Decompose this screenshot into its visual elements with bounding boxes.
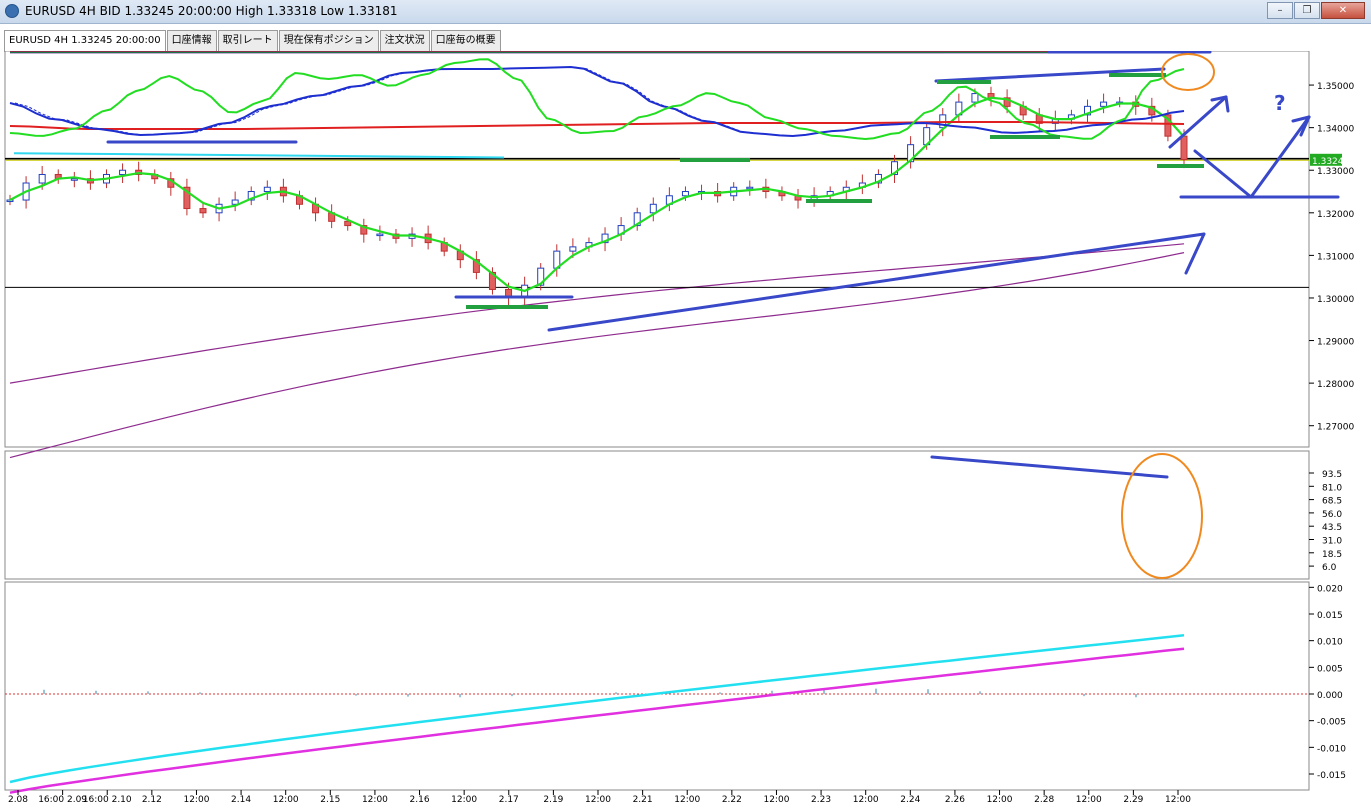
candle-body [746, 186, 754, 190]
candle-body [569, 246, 577, 252]
stochastic-panel[interactable] [4, 450, 1310, 580]
price-tick-label: 1.32000 [1317, 210, 1354, 220]
stochastic-tick-label: 18.5 [1322, 550, 1342, 560]
time-tick-label: 2.29 [1123, 795, 1143, 805]
candle-body [681, 191, 689, 197]
time-tick-label: 12:00 [987, 795, 1013, 805]
candle-body [263, 186, 271, 193]
time-tick-label: 16:00 2.09 [38, 795, 87, 805]
candle-body [38, 173, 46, 184]
time-tick-label: 2.21 [633, 795, 653, 805]
time-tick-label: 2.12 [142, 795, 162, 805]
time-tick-label: 12:00 [451, 795, 477, 805]
candle-body [6, 199, 14, 203]
tab-account-info[interactable]: 口座情報 [166, 30, 217, 51]
tab-rates[interactable]: 取引レート [217, 30, 278, 51]
annotation-up-arrow-2-head-2 [1224, 95, 1230, 113]
app-icon [5, 4, 19, 18]
stochastic-tick-label: 31.0 [1322, 537, 1342, 547]
candle-body [119, 169, 127, 175]
candle-body [376, 233, 384, 237]
time-tick-label: 12:00 [853, 795, 879, 805]
time-tick-label: 2.28 [1034, 795, 1054, 805]
window-controls: – ❐ ✕ [1266, 2, 1365, 20]
current-price-tag-label: 1.33245 [1312, 157, 1349, 167]
time-tick-label: 12:00 [183, 795, 209, 805]
window-title: EURUSD 4H BID 1.33245 20:00:00 High 1.33… [25, 4, 398, 18]
price-tick-label: 1.33000 [1317, 167, 1354, 177]
time-tick-label: 12:00 [585, 795, 611, 805]
candle-body [1180, 135, 1188, 161]
candle-body [1100, 101, 1108, 107]
candle-body [649, 203, 657, 214]
title-bar: EURUSD 4H BID 1.33245 20:00:00 High 1.33… [0, 0, 1371, 24]
candle-body [971, 93, 979, 103]
time-tick-label: 12:00 [1076, 795, 1102, 805]
macd-tick-label: 0.015 [1317, 611, 1343, 621]
time-tick-label: 2.08 [8, 795, 28, 805]
tab-positions[interactable]: 現在保有ポジション [278, 30, 379, 51]
stochastic-tick-label: 56.0 [1322, 510, 1342, 520]
price-tick-label: 1.31000 [1317, 252, 1354, 262]
candle-body [70, 178, 78, 181]
time-tick-label: 12:00 [1165, 795, 1191, 805]
tab-orders[interactable]: 注文状況 [379, 30, 430, 51]
time-tick-label: 2.17 [499, 795, 519, 805]
stochastic-tick-label: 43.5 [1322, 523, 1342, 533]
tab-chart[interactable]: EURUSD 4H 1.33245 20:00:00 [4, 30, 166, 52]
stochastic-tick-label: 81.0 [1322, 483, 1342, 493]
time-tick-label: 2.19 [543, 795, 563, 805]
price-tick-label: 1.27000 [1317, 423, 1354, 433]
time-tick-label: 16:00 2.10 [83, 795, 132, 805]
close-button[interactable]: ✕ [1321, 2, 1365, 19]
candle-body [199, 208, 207, 214]
price-tick-label: 1.29000 [1317, 338, 1354, 348]
stochastic-tick-label: 93.5 [1322, 470, 1342, 480]
price-tick-label: 1.28000 [1317, 380, 1354, 390]
time-tick-label: 2.24 [900, 795, 920, 805]
macd-tick-label: -0.005 [1317, 718, 1346, 728]
time-tick-label: 2.16 [410, 795, 430, 805]
tab-bar: EURUSD 4H 1.33245 20:00:00 口座情報 取引レート 現在… [4, 30, 502, 52]
price-tick-label: 1.35000 [1317, 82, 1354, 92]
time-tick-label: 2.15 [320, 795, 340, 805]
time-tick-label: 2.26 [945, 795, 965, 805]
time-tick-label: 12:00 [362, 795, 388, 805]
time-tick-label: 2.14 [231, 795, 251, 805]
macd-tick-label: -0.010 [1317, 744, 1346, 754]
minimize-button[interactable]: – [1267, 2, 1293, 19]
macd-tick-label: -0.015 [1317, 771, 1346, 781]
macd-tick-label: 0.000 [1317, 691, 1343, 701]
macd-tick-label: 0.005 [1317, 664, 1343, 674]
macd-tick-label: 0.010 [1317, 638, 1343, 648]
time-tick-label: 2.23 [811, 795, 831, 805]
macd-panel[interactable] [4, 581, 1310, 791]
time-tick-label: 12:00 [273, 795, 299, 805]
stochastic-tick-label: 68.5 [1322, 497, 1342, 507]
chart-area[interactable]: 1.33245 1.35000 1.34000 1.33000 1.32000 1.31… [4, 50, 1364, 808]
time-tick-label: 12:00 [763, 795, 789, 805]
macd-tick-label: 0.020 [1317, 584, 1343, 594]
chart-svg[interactable]: 1.33245 1.35000 1.34000 1.33000 1.32000 1.31… [4, 50, 1364, 808]
tab-account-summary[interactable]: 口座毎の概要 [430, 30, 501, 51]
price-panel[interactable] [4, 50, 1310, 448]
time-tick-label: 12:00 [674, 795, 700, 805]
stochastic-tick-label: 6.0 [1322, 563, 1337, 573]
price-tick-label: 1.34000 [1317, 125, 1354, 135]
restore-button[interactable]: ❐ [1294, 2, 1320, 19]
time-tick-label: 2.22 [722, 795, 742, 805]
annotation-question-mark: ? [1274, 91, 1286, 115]
price-tick-label: 1.30000 [1317, 295, 1354, 305]
